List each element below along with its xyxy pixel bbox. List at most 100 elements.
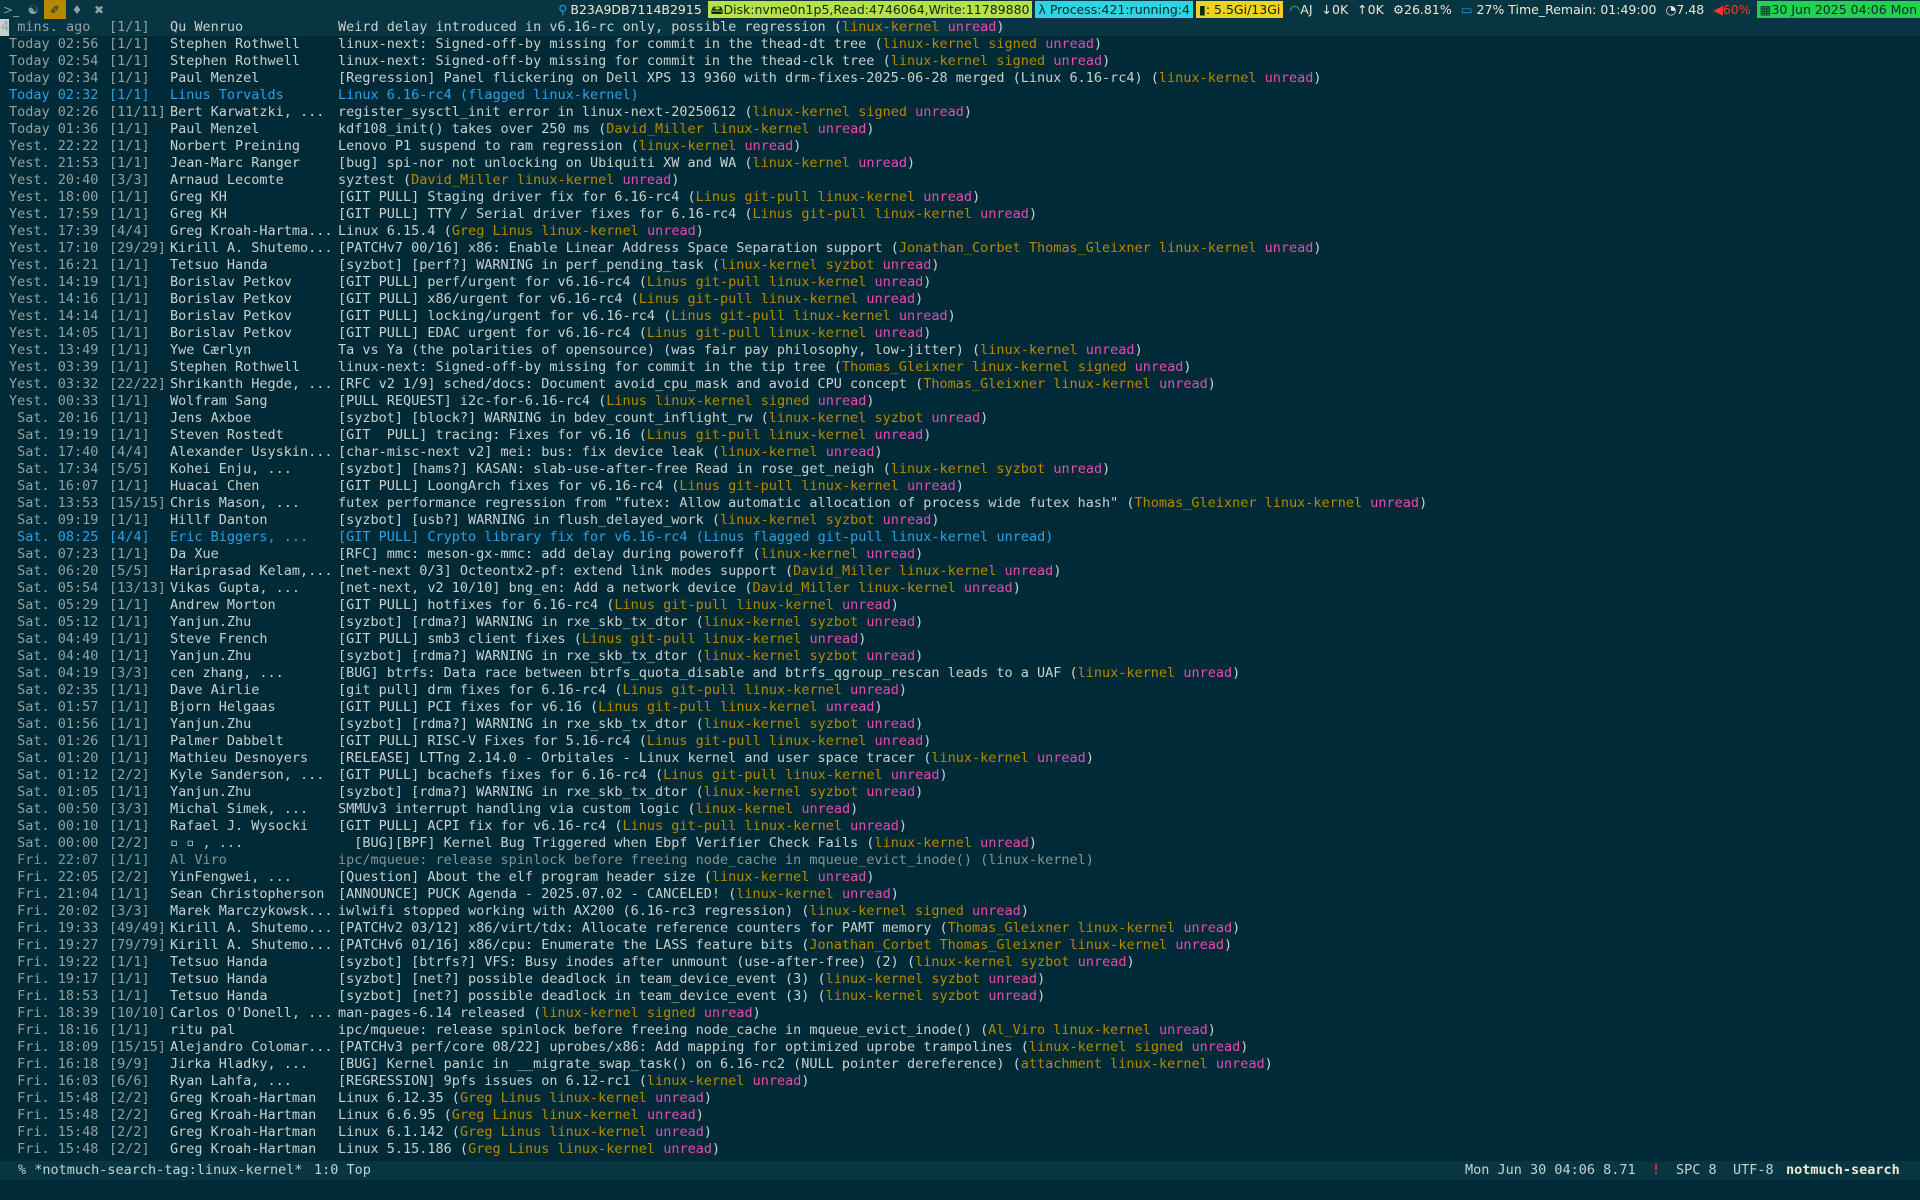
thread-row[interactable]: Sat. 01:26 [1/1] Palmer Dabbelt [GIT PULL] … xyxy=(0,733,1920,750)
thread-row[interactable]: Today 01:36 [1/1] Paul Menzel kdf108_init()… xyxy=(0,121,1920,138)
thread-row[interactable]: Yest. 03:32 [22/22] Shrikanth Hegde, ... [R… xyxy=(0,376,1920,393)
thread-row[interactable]: Sat. 06:20 [5/5] Hariprasad Kelam,... [net-… xyxy=(0,563,1920,580)
thread-authors: Bjorn Helgaas xyxy=(170,699,276,715)
thread-row[interactable]: 4 mins. ago [1/1] Qu Wenruo Weird delay int… xyxy=(0,19,1920,36)
thread-row[interactable]: Yest. 16:21 [1/1] Tetsuo Handa [syzbot] [pe… xyxy=(0,257,1920,274)
thread-row[interactable]: Yest. 17:39 [4/4] Greg Kroah-Hartma... Linu… xyxy=(0,223,1920,240)
thread-row[interactable]: Fri. 20:02 [3/3] Marek Marczykowsk... iwlwi… xyxy=(0,903,1920,920)
thread-date: Sat. 01:26 xyxy=(9,733,99,749)
thread-row[interactable]: Sat. 04:49 [1/1] Steve French [GIT PULL] sm… xyxy=(0,631,1920,648)
thread-row[interactable]: Fri. 15:48 [2/2] Greg Kroah-Hartman Linux 6… xyxy=(0,1107,1920,1124)
workspace-2[interactable]: ☯ xyxy=(22,0,44,19)
thread-row[interactable]: Yest. 21:53 [1/1] Jean-Marc Ranger [bug] sp… xyxy=(0,155,1920,172)
thread-row[interactable]: Fri. 21:04 [1/1] Sean Christopherson [ANNOU… xyxy=(0,886,1920,903)
upload-module: ↑0K xyxy=(1354,1,1387,18)
thread-row[interactable]: Yest. 14:14 [1/1] Borislav Petkov [GIT PULL… xyxy=(0,308,1920,325)
indent-indicator[interactable]: SPC 8 xyxy=(1676,1161,1717,1180)
thread-tag: Linus xyxy=(663,767,704,783)
thread-row[interactable]: Yest. 14:16 [1/1] Borislav Petkov [GIT PULL… xyxy=(0,291,1920,308)
workspace-1[interactable]: >_ xyxy=(0,0,22,19)
thread-tag: linux-kernel xyxy=(841,19,940,35)
thread-tag: unread xyxy=(622,172,672,188)
thread-authors: Tetsuo Handa xyxy=(170,954,268,970)
thread-row[interactable]: Yest. 03:39 [1/1] Stephen Rothwell linux-ne… xyxy=(0,359,1920,376)
thread-subject: man-pages-6.14 released xyxy=(338,1005,525,1021)
thread-row[interactable]: Yest. 18:00 [1/1] Greg KH [GIT PULL] Stagin… xyxy=(0,189,1920,206)
thread-row[interactable]: Sat. 02:35 [1/1] Dave Airlie [git pull] drm… xyxy=(0,682,1920,699)
thread-row[interactable]: Yest. 13:49 [1/1] Ywe Cærlyn Ta vs Ya (the … xyxy=(0,342,1920,359)
thread-row[interactable]: Fri. 18:39 [10/10] Carlos O'Donell, ... man… xyxy=(0,1005,1920,1022)
thread-row[interactable]: Sat. 17:40 [4/4] Alexander Usyskin... [char… xyxy=(0,444,1920,461)
thread-subject: [syzbot] [rdma?] WARNING in rxe_skb_tx_d… xyxy=(338,784,688,800)
thread-row[interactable]: Yest. 00:33 [1/1] Wolfram Sang [PULL REQUES… xyxy=(0,393,1920,410)
thread-row[interactable]: Today 02:54 [1/1] Stephen Rothwell linux-ne… xyxy=(0,53,1920,70)
thread-row[interactable]: Fri. 15:48 [2/2] Greg Kroah-Hartman Linux 6… xyxy=(0,1090,1920,1107)
thread-row[interactable]: Today 02:34 [1/1] Paul Menzel [Regression] … xyxy=(0,70,1920,87)
thread-row[interactable]: Fri. 16:18 [9/9] Jirka Hladky, ... [BUG] Ke… xyxy=(0,1056,1920,1073)
thread-subject: Linux 6.12.35 xyxy=(338,1090,444,1106)
thread-date: Sat. 01:12 xyxy=(9,767,99,783)
thread-row[interactable]: Fri. 15:48 [2/2] Greg Kroah-Hartman Linux 6… xyxy=(0,1124,1920,1141)
thread-row[interactable]: Sat. 17:34 [5/5] Kohei Enju, ... [syzbot] [… xyxy=(0,461,1920,478)
thread-row[interactable]: Fri. 18:53 [1/1] Tetsuo Handa [syzbot] [net… xyxy=(0,988,1920,1005)
thread-row[interactable]: Sat. 08:25 [4/4] Eric Biggers, ... [GIT PUL… xyxy=(0,529,1920,546)
thread-row[interactable]: Fri. 18:09 [15/15] Alejandro Colomar... [PA… xyxy=(0,1039,1920,1056)
thread-row[interactable]: Yest. 17:59 [1/1] Greg KH [GIT PULL] TTY / … xyxy=(0,206,1920,223)
thread-row[interactable]: Yest. 20:40 [3/3] Arnaud Lecomte syztest (D… xyxy=(0,172,1920,189)
thread-row[interactable]: Fri. 22:05 [2/2] YinFengwei, ... [Question]… xyxy=(0,869,1920,886)
thread-tag: linux-kernel xyxy=(858,580,956,596)
minibuffer[interactable] xyxy=(0,1180,1920,1200)
thread-row[interactable]: Sat. 01:57 [1/1] Bjorn Helgaas [GIT PULL] P… xyxy=(0,699,1920,716)
thread-row[interactable]: Sat. 09:19 [1/1] Hillf Danton [syzbot] [usb… xyxy=(0,512,1920,529)
thread-row[interactable]: Fri. 15:48 [2/2] Greg Kroah-Hartman Linux 5… xyxy=(0,1141,1920,1158)
thread-row[interactable]: Sat. 01:12 [2/2] Kyle Sanderson, ... [GIT P… xyxy=(0,767,1920,784)
thread-row[interactable]: Sat. 05:12 [1/1] Yanjun.Zhu [syzbot] [rdma?… xyxy=(0,614,1920,631)
thread-count: [1/1] xyxy=(109,427,150,443)
thread-row[interactable]: Sat. 20:16 [1/1] Jens Axboe [syzbot] [block… xyxy=(0,410,1920,427)
thread-tag: linux-kernel xyxy=(890,461,989,477)
thread-row[interactable]: Fri. 19:27 [79/79] Kirill A. Shutemo... [PA… xyxy=(0,937,1920,954)
thread-row[interactable]: Sat. 07:23 [1/1] Da Xue [RFC] mmc: meson-gx… xyxy=(0,546,1920,563)
thread-row[interactable]: Fri. 18:16 [1/1] ritu pal ipc/mqueue: relea… xyxy=(0,1022,1920,1039)
thread-date: Sat. 00:10 xyxy=(9,818,99,834)
thread-row[interactable]: Today 02:32 [1/1] Linus Torvalds Linux 6.16… xyxy=(0,87,1920,104)
thread-row[interactable]: Sat. 04:19 [3/3] cen zhang, ... [BUG] btrfs… xyxy=(0,665,1920,682)
thread-row[interactable]: Sat. 00:10 [1/1] Rafael J. Wysocki [GIT PUL… xyxy=(0,818,1920,835)
warning-indicator[interactable]: ! xyxy=(1652,1161,1660,1180)
thread-subject-line: [GIT PULL] hotfixes for 6.16-rc4 (Linus … xyxy=(338,597,899,613)
thread-row[interactable]: Yest. 17:10 [29/29] Kirill A. Shutemo... [P… xyxy=(0,240,1920,257)
thread-authors: Paul Menzel xyxy=(170,121,260,137)
thread-list[interactable]: 4 mins. ago [1/1] Qu Wenruo Weird delay int… xyxy=(0,19,1920,1161)
thread-row[interactable]: Sat. 00:50 [3/3] Michal Simek, ... SMMUv3 i… xyxy=(0,801,1920,818)
major-mode[interactable]: notmuch-search xyxy=(1786,1161,1900,1180)
thread-row[interactable]: Sat. 19:19 [1/1] Steven Rostedt [GIT PULL] … xyxy=(0,427,1920,444)
thread-row[interactable]: Today 02:56 [1/1] Stephen Rothwell linux-ne… xyxy=(0,36,1920,53)
encoding-indicator[interactable]: UTF-8 xyxy=(1733,1161,1774,1180)
thread-row[interactable]: Yest. 14:19 [1/1] Borislav Petkov [GIT PULL… xyxy=(0,274,1920,291)
thread-row[interactable]: Fri. 16:03 [6/6] Ryan Lahfa, ... [REGRESSIO… xyxy=(0,1073,1920,1090)
thread-row[interactable]: Sat. 00:00 [2/2] ▫ ▫ , ... [BUG][BPF] Kern… xyxy=(0,835,1920,852)
thread-row[interactable]: Sat. 13:53 [15/15] Chris Mason, ... futex p… xyxy=(0,495,1920,512)
thread-row[interactable]: Sat. 05:29 [1/1] Andrew Morton [GIT PULL] h… xyxy=(0,597,1920,614)
thread-row[interactable]: Sat. 01:20 [1/1] Mathieu Desnoyers [RELEASE… xyxy=(0,750,1920,767)
thread-row[interactable]: Fri. 19:33 [49/49] Kirill A. Shutemo... [PA… xyxy=(0,920,1920,937)
workspace-3[interactable]: ✐ xyxy=(44,0,66,19)
thread-row[interactable]: Sat. 04:40 [1/1] Yanjun.Zhu [syzbot] [rdma?… xyxy=(0,648,1920,665)
thread-row[interactable]: Yest. 22:22 [1/1] Norbert Preining Lenovo P… xyxy=(0,138,1920,155)
thread-row[interactable]: Sat. 01:56 [1/1] Yanjun.Zhu [syzbot] [rdma?… xyxy=(0,716,1920,733)
thread-tag: unread xyxy=(898,308,948,324)
thread-row[interactable]: Today 02:26 [11/11] Bert Karwatzki, ... reg… xyxy=(0,104,1920,121)
thread-row[interactable]: Fri. 19:22 [1/1] Tetsuo Handa [syzbot] [btr… xyxy=(0,954,1920,971)
thread-row[interactable]: Sat. 01:05 [1/1] Yanjun.Zhu [syzbot] [rdma?… xyxy=(0,784,1920,801)
workspace-5[interactable]: ✖ xyxy=(88,0,110,19)
thread-row[interactable]: Fri. 22:07 [1/1] Al Viro ipc/mqueue: releas… xyxy=(0,852,1920,869)
thread-authors: Mathieu Desnoyers xyxy=(170,750,309,766)
thread-row[interactable]: Sat. 16:07 [1/1] Huacai Chen [GIT PULL] Loo… xyxy=(0,478,1920,495)
thread-row[interactable]: Sat. 05:54 [13/13] Vikas Gupta, ... [net-ne… xyxy=(0,580,1920,597)
thread-tag: unread xyxy=(882,512,932,528)
thread-subject: [bug] spi-nor not unlocking on Ubiquiti … xyxy=(338,155,737,171)
thread-tag: David_Miller xyxy=(606,121,704,137)
thread-row[interactable]: Fri. 19:17 [1/1] Tetsuo Handa [syzbot] [net… xyxy=(0,971,1920,988)
thread-row[interactable]: Yest. 14:05 [1/1] Borislav Petkov [GIT PULL… xyxy=(0,325,1920,342)
workspace-4[interactable]: ♦ xyxy=(66,0,88,19)
